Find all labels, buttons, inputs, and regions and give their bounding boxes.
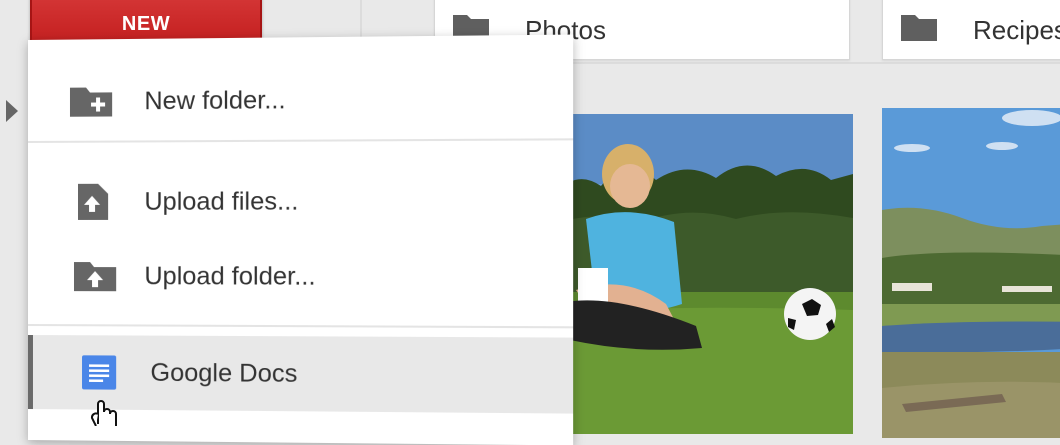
folder-card-recipes[interactable]: Recipes [882,0,1060,60]
hand-cursor-icon [90,400,117,426]
menu-divider [28,324,574,329]
menu-item-label: Upload folder... [144,261,316,291]
expand-arrow-icon[interactable] [6,100,18,122]
menu-item-label: Upload files... [144,186,299,216]
folder-name: Recipes [973,14,1060,45]
folder-icon [901,15,937,41]
new-button-label: NEW [121,12,171,35]
menu-item-new-folder[interactable]: New folder... [28,59,573,140]
boy-with-soccer-ball-photo [556,114,853,434]
menu-item-label: Google Docs [150,358,298,388]
menu-item-label: New folder... [144,85,286,115]
lake-landscape-photo [882,108,1060,438]
file-upload-icon [77,183,108,220]
photo-thumbnail-boy[interactable] [556,114,853,434]
menu-item-upload-files[interactable]: Upload files... [28,160,573,242]
google-docs-icon [82,355,117,390]
folder-plus-icon [69,87,112,117]
photo-thumbnail-lake[interactable] [882,108,1060,438]
folder-upload-icon [73,262,117,292]
grid-divider [560,62,1060,64]
menu-item-upload-folder[interactable]: Upload folder... [28,236,573,318]
new-dropdown-menu: New folder... Upload files... Upload fol… [28,34,574,445]
